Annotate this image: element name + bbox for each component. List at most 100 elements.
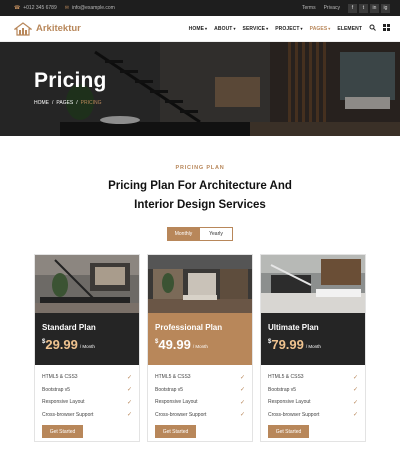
page-hero: Pricing HOME / PAGES / PRICING (0, 42, 400, 136)
section-title-line-1: Pricing Plan For Architecture And (108, 180, 292, 192)
phone-contact[interactable]: ☎ +012 345 6789 (14, 5, 57, 11)
chevron-down-icon: ▾ (266, 25, 269, 31)
ultimate-plan-header: Ultimate Plan $ 79.99 / Month (261, 313, 365, 365)
feature-label: Bootstrap v5 (155, 386, 184, 393)
feature-label: Cross-browser Support (42, 411, 94, 418)
feature-list: HTML5 & CSS3 ✓ Bootstrap v5 ✓ Responsive L… (35, 365, 139, 421)
section-title: Pricing Plan For Architecture And Interi… (0, 177, 400, 215)
terms-link[interactable]: Terms (302, 5, 316, 11)
nav-home[interactable]: HOME▾ (189, 26, 208, 32)
professional-plan-image (148, 255, 252, 313)
price-period: / Month (305, 344, 321, 349)
check-icon: ✓ (126, 387, 132, 394)
standard-plan-header: Standard Plan $ 29.99 / Month (35, 313, 139, 365)
chevron-down-icon: ▾ (328, 25, 331, 31)
price-period: / Month (79, 344, 95, 349)
feature-list: HTML5 & CSS3 ✓ Bootstrap v5 ✓ Responsive L… (148, 365, 252, 421)
check-icon: ✓ (352, 399, 358, 406)
instagram-icon[interactable]: ig (381, 3, 390, 13)
breadcrumb-separator: / (52, 100, 54, 106)
pricing-card-professional: Professional Plan $ 49.99 / Month HTML5 … (147, 254, 253, 442)
nav-element-label: ELEMENT (337, 25, 362, 32)
brand-link[interactable]: Arkitektur (14, 21, 81, 36)
nav-about-label: ABOUT (214, 25, 233, 32)
phone-number: +012 345 6789 (23, 5, 57, 11)
nav-service[interactable]: SERVICE▾ (243, 26, 269, 32)
feature-label: Responsive Layout (268, 399, 311, 406)
plan-name: Ultimate Plan (268, 323, 319, 332)
check-icon: ✓ (352, 374, 358, 381)
plan-name: Standard Plan (42, 323, 96, 332)
feature-item: Responsive Layout ✓ (42, 396, 132, 409)
feature-item: Cross-browser Support ✓ (42, 409, 132, 422)
top-bar: ☎ +012 345 6789 ✉ info@example.com Terms… (0, 0, 400, 16)
section-tag: PRICING PLAN (175, 165, 225, 171)
section-title-line-2: Interior Design Services (134, 199, 266, 211)
price-amount: 79.99 (271, 337, 304, 352)
nav-project[interactable]: PROJECT▾ (275, 26, 302, 32)
chevron-down-icon: ▾ (233, 25, 236, 31)
yearly-toggle-button[interactable]: Yearly (200, 227, 233, 241)
nav-service-label: SERVICE (242, 25, 266, 32)
menu-icon[interactable] (383, 24, 390, 33)
professional-plan-header: Professional Plan $ 49.99 / Month (148, 313, 252, 365)
feature-item: HTML5 & CSS3 ✓ (268, 371, 358, 384)
brand-name: Arkitektur (36, 23, 81, 34)
chevron-down-icon: ▾ (300, 25, 303, 31)
monthly-toggle-button[interactable]: Monthly (167, 227, 200, 241)
feature-label: HTML5 & CSS3 (268, 374, 304, 381)
feature-list: HTML5 & CSS3 ✓ Bootstrap v5 ✓ Responsive L… (261, 365, 365, 421)
check-icon: ✓ (239, 412, 245, 419)
check-icon: ✓ (352, 387, 358, 394)
nav-pages-label: PAGES (309, 25, 328, 32)
search-icon[interactable] (369, 24, 376, 33)
building-logo-icon (14, 21, 32, 36)
feature-label: Responsive Layout (42, 399, 85, 406)
email-address: info@example.com (71, 5, 115, 11)
envelope-icon: ✉ (64, 4, 69, 11)
nav-pages[interactable]: PAGES▾ (310, 26, 331, 32)
chevron-down-icon: ▾ (205, 25, 208, 31)
email-contact[interactable]: ✉ info@example.com (65, 5, 115, 11)
feature-label: Responsive Layout (155, 399, 198, 406)
price: $ 49.99 / Month (155, 338, 245, 351)
feature-item: Responsive Layout ✓ (155, 396, 245, 409)
pricing-card-ultimate: Ultimate Plan $ 79.99 / Month HTML5 & CS… (260, 254, 366, 442)
pricing-cards: Standard Plan $ 29.99 / Month HTML5 & CS… (0, 254, 400, 450)
feature-item: Bootstrap v5 ✓ (155, 384, 245, 397)
feature-item: HTML5 & CSS3 ✓ (155, 371, 245, 384)
check-icon: ✓ (239, 374, 245, 381)
linkedin-icon[interactable]: in (370, 3, 379, 13)
breadcrumb-pages[interactable]: PAGES (56, 100, 73, 106)
get-started-button[interactable]: Get Started (268, 425, 309, 438)
breadcrumb-current: PRICING (80, 100, 102, 106)
breadcrumb-home[interactable]: HOME (34, 100, 49, 106)
price: $ 29.99 / Month (42, 338, 132, 351)
standard-plan-image (35, 255, 139, 313)
price: $ 79.99 / Month (268, 338, 358, 351)
get-started-button[interactable]: Get Started (42, 425, 83, 438)
feature-label: Cross-browser Support (268, 411, 320, 418)
check-icon: ✓ (126, 412, 132, 419)
price-period: / Month (192, 344, 208, 349)
feature-item: Bootstrap v5 ✓ (42, 384, 132, 397)
feature-label: Cross-browser Support (155, 411, 207, 418)
twitter-icon[interactable]: t (359, 3, 368, 13)
get-started-button[interactable]: Get Started (155, 425, 196, 438)
page-title: Pricing (34, 69, 107, 92)
price-amount: 29.99 (45, 337, 78, 352)
feature-item: Responsive Layout ✓ (268, 396, 358, 409)
check-icon: ✓ (352, 412, 358, 419)
check-icon: ✓ (239, 399, 245, 406)
feature-item: HTML5 & CSS3 ✓ (42, 371, 132, 384)
check-icon: ✓ (239, 387, 245, 394)
nav-element[interactable]: ELEMENT (337, 26, 362, 32)
privacy-link[interactable]: Privacy (324, 5, 340, 11)
ultimate-plan-image (261, 255, 365, 313)
plan-name: Professional Plan (155, 323, 223, 332)
nav-about[interactable]: ABOUT▾ (214, 26, 235, 32)
feature-item: Cross-browser Support ✓ (268, 409, 358, 422)
price-amount: 49.99 (158, 337, 191, 352)
facebook-icon[interactable]: f (348, 3, 357, 13)
phone-icon: ☎ (14, 4, 21, 11)
